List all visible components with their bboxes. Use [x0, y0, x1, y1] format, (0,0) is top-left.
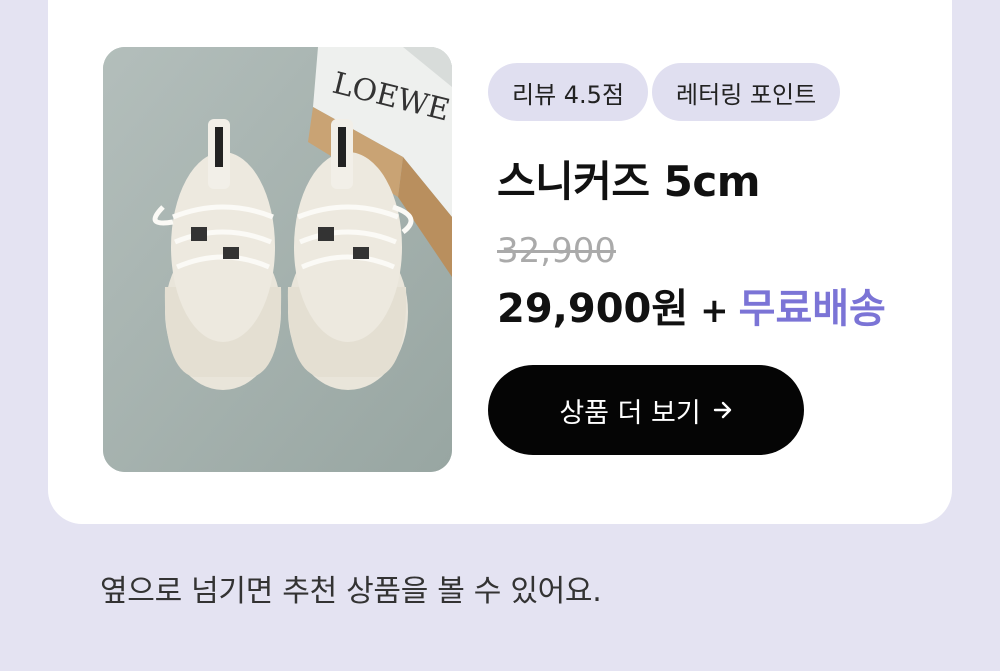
price-line: 29,900원 + 무료배송 [497, 276, 886, 334]
product-title: 스니커즈 5cm [497, 157, 761, 206]
sneakers-photo: LOEWE [103, 47, 452, 472]
review-badge: 리뷰 4.5점 [488, 63, 649, 121]
free-shipping-label: 무료배송 [738, 286, 886, 332]
original-price: 32,900 [497, 231, 616, 271]
badge-list: 리뷰 4.5점 레터링 포인트 [488, 63, 841, 121]
feature-badge: 레터링 포인트 [652, 63, 841, 121]
arrow-right-icon [713, 401, 731, 419]
view-product-label: 상품 더 보기 [559, 397, 701, 429]
view-product-button[interactable]: 상품 더 보기 [488, 365, 804, 455]
plus-sign: + [700, 291, 729, 331]
swipe-hint: 옆으로 넘기면 추천 상품을 볼 수 있어요. [100, 574, 602, 609]
sale-price: 29,900원 [497, 286, 689, 332]
product-image[interactable]: LOEWE [103, 47, 452, 472]
